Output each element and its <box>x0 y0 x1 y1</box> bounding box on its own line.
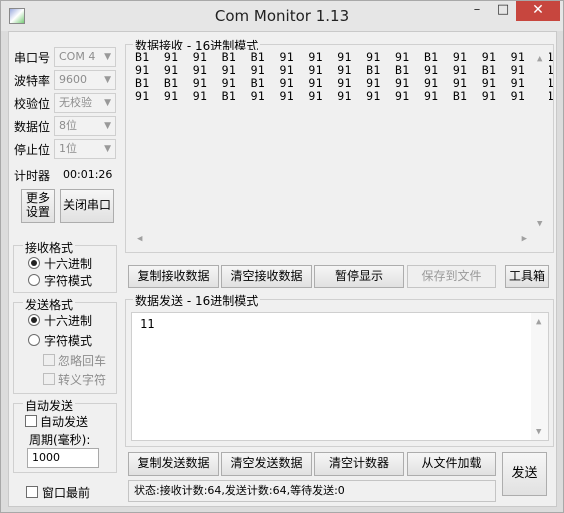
timer-label: 计时器 <box>14 169 51 183</box>
databits-select[interactable]: 8位 ▼ <box>54 116 116 136</box>
chevron-down-icon: ▼ <box>104 121 111 131</box>
maximize-button[interactable]: □ <box>490 1 516 21</box>
send-format-title: 发送格式 <box>23 296 76 313</box>
stopbits-value: 1位 <box>59 142 77 155</box>
scroll-up-icon[interactable]: ▲ <box>537 54 542 64</box>
more-settings-button[interactable]: 更多 设置 <box>21 189 55 223</box>
scroll-up-icon[interactable]: ▲ <box>536 317 541 327</box>
baud-select[interactable]: 9600 ▼ <box>54 70 116 90</box>
send-char-label: 字符模式 <box>44 334 93 348</box>
escape-chars-checkbox[interactable] <box>43 373 55 385</box>
copy-receive-button[interactable]: 复制接收数据 <box>128 265 219 288</box>
clear-send-button[interactable]: 清空发送数据 <box>221 452 312 476</box>
send-textarea[interactable]: 11 ▲ ▼ <box>131 312 549 441</box>
send-title: 数据发送 - 16进制模式 <box>133 292 261 309</box>
auto-send-label: 自动发送 <box>40 415 89 429</box>
baud-value: 9600 <box>59 73 87 86</box>
send-value: 11 <box>140 317 155 331</box>
receive-char-radio[interactable] <box>28 274 40 286</box>
load-from-file-button[interactable]: 从文件加载 <box>407 452 496 476</box>
scroll-right-icon[interactable]: ▶ <box>522 234 527 244</box>
timer-value: 00:01:26 <box>63 168 113 181</box>
stopbits-label: 停止位 <box>14 143 51 157</box>
ignore-cr-label: 忽略回车 <box>58 354 107 368</box>
chevron-down-icon: ▼ <box>104 75 111 85</box>
send-vertical-scrollbar[interactable]: ▲ ▼ <box>531 313 548 440</box>
topmost-checkbox[interactable] <box>26 486 38 498</box>
client-area: 串口号 COM 4 ▼ 波特率 9600 ▼ 校验位 无校验 ▼ 数据位 8位 … <box>8 31 557 507</box>
port-value: COM 4 <box>59 50 96 63</box>
send-char-radio[interactable] <box>28 334 40 346</box>
receive-char-label: 字符模式 <box>44 274 93 288</box>
send-hex-label: 十六进制 <box>44 314 93 328</box>
send-hex-radio[interactable] <box>28 314 40 326</box>
receive-textarea[interactable]: B1 91 91 B1 B1 91 91 91 91 91 B1 91 91 9… <box>131 50 554 248</box>
receive-line: 91 91 91 B1 91 91 91 91 91 91 91 B1 91 9… <box>135 89 564 103</box>
auto-send-title: 自动发送 <box>23 397 76 414</box>
period-input[interactable]: 1000 <box>27 448 99 468</box>
clear-receive-button[interactable]: 清空接收数据 <box>221 265 312 288</box>
receive-hex-label: 十六进制 <box>44 257 93 271</box>
databits-value: 8位 <box>59 119 77 132</box>
scroll-down-icon[interactable]: ▼ <box>537 219 542 229</box>
auto-send-checkbox[interactable] <box>25 415 37 427</box>
save-to-file-button[interactable]: 保存到文件 <box>407 265 496 288</box>
port-label: 串口号 <box>14 51 51 65</box>
toolbox-button[interactable]: 工具箱 <box>505 265 549 288</box>
close-button[interactable]: ✕ <box>516 1 560 21</box>
databits-label: 数据位 <box>14 120 51 134</box>
clear-counter-button[interactable]: 清空计数器 <box>314 452 404 476</box>
app-window: Com Monitor 1.13 – □ ✕ 串口号 COM 4 ▼ 波特率 9… <box>0 0 564 513</box>
port-select[interactable]: COM 4 ▼ <box>54 47 116 67</box>
chevron-down-icon: ▼ <box>104 52 111 62</box>
topmost-label: 窗口最前 <box>42 486 91 500</box>
receive-format-title: 接收格式 <box>23 239 76 256</box>
receive-hex-radio[interactable] <box>28 257 40 269</box>
copy-send-button[interactable]: 复制发送数据 <box>128 452 219 476</box>
parity-select[interactable]: 无校验 ▼ <box>54 93 116 113</box>
status-bar: 状态:接收计数:64,发送计数:64,等待发送:0 <box>128 480 496 502</box>
ignore-cr-checkbox[interactable] <box>43 354 55 366</box>
receive-vertical-scrollbar[interactable]: ▲ ▼ <box>532 50 549 231</box>
escape-chars-label: 转义字符 <box>58 373 107 387</box>
parity-value: 无校验 <box>59 96 92 109</box>
chevron-down-icon: ▼ <box>104 144 111 154</box>
close-port-button[interactable]: 关闭串口 <box>60 189 114 223</box>
period-label: 周期(毫秒): <box>29 433 91 447</box>
scroll-left-icon[interactable]: ◀ <box>137 234 142 244</box>
stopbits-select[interactable]: 1位 ▼ <box>54 139 116 159</box>
scroll-down-icon[interactable]: ▼ <box>536 427 541 437</box>
baud-label: 波特率 <box>14 74 51 88</box>
send-button[interactable]: 发送 <box>502 452 547 496</box>
pause-display-button[interactable]: 暂停显示 <box>314 265 404 288</box>
minimize-button[interactable]: – <box>464 1 490 21</box>
parity-label: 校验位 <box>14 97 51 111</box>
title-bar[interactable]: Com Monitor 1.13 – □ ✕ <box>1 1 563 31</box>
chevron-down-icon: ▼ <box>104 98 111 108</box>
receive-horizontal-scrollbar[interactable]: ◀ ▶ <box>131 231 549 248</box>
